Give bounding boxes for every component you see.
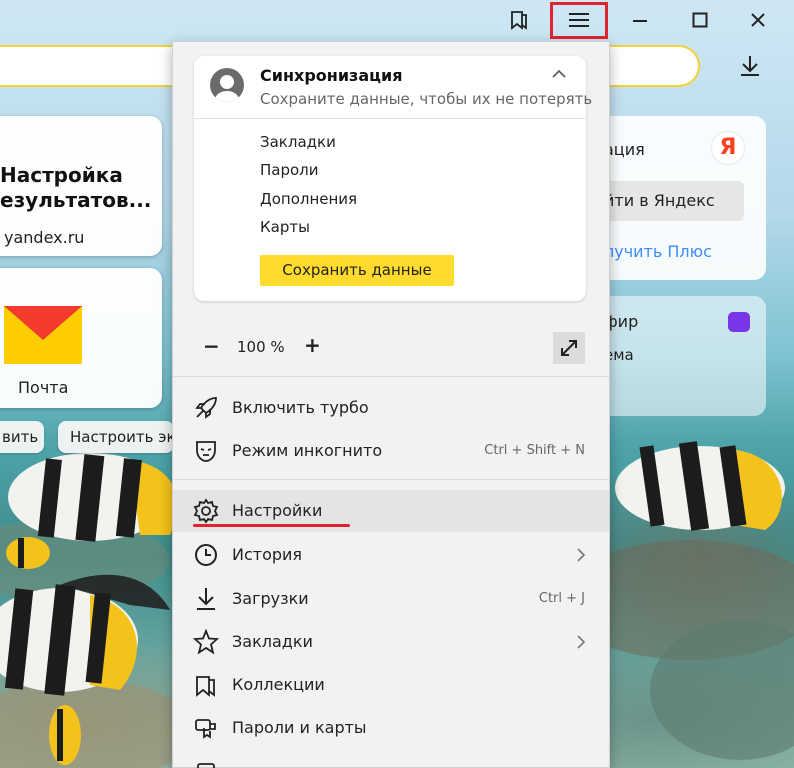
mail-envelope-icon (4, 306, 82, 364)
sync-title: Синхронизация (260, 66, 403, 85)
shortcut-downloads: Ctrl + J (538, 591, 585, 606)
maximize-icon[interactable] (680, 4, 720, 36)
clock-icon (195, 544, 217, 566)
bookmarks-collections-icon[interactable] (503, 4, 535, 36)
save-data-button[interactable]: Сохранить данные (260, 255, 454, 286)
menu-label-passwords: Пароли и карты (232, 718, 367, 737)
collections-icon (196, 676, 215, 697)
settings-red-underline (193, 524, 350, 527)
zoom-out-button[interactable]: − (203, 334, 220, 358)
incognito-mask-icon (196, 441, 216, 462)
tile-search-settings[interactable]: Настройка езультатов... yandex.ru (0, 116, 162, 256)
star-icon (193, 629, 219, 655)
menu-item-bookmarks[interactable]: Закладки (173, 621, 609, 663)
extension-icon (197, 763, 215, 768)
account-title: ация (604, 140, 645, 159)
menu-label-downloads: Загрузки (232, 589, 309, 608)
tile-domain: yandex.ru (4, 228, 85, 247)
menu-divider (173, 479, 609, 480)
key-card-icon (195, 719, 216, 739)
tile-title-line1: Настройка (0, 163, 123, 187)
fish-left-bottom (0, 574, 170, 696)
get-plus-link[interactable]: лучить Плюс (604, 242, 712, 261)
tile-mail-label: Почта (18, 378, 69, 397)
title-bar (0, 0, 794, 40)
menu-divider (173, 376, 609, 377)
download-icon[interactable] (735, 50, 765, 82)
gear-icon (193, 498, 219, 524)
menu-item-history[interactable]: История (173, 534, 609, 576)
menu-label-incognito: Режим инкогнито (232, 441, 383, 460)
menu-label-settings: Настройки (232, 501, 323, 520)
menu-label-collections: Коллекции (232, 675, 325, 694)
minimize-icon[interactable] (620, 4, 660, 36)
fish-right (615, 441, 785, 531)
menu-label-bookmarks: Закладки (232, 632, 313, 651)
chevron-up-icon[interactable] (551, 66, 567, 82)
fish-small (6, 537, 50, 569)
sync-divider (194, 118, 586, 119)
download-arrow-icon (197, 588, 215, 610)
shortcut-incognito: Ctrl + Shift + N (484, 443, 585, 458)
sync-item-bookmarks: Закладки (260, 133, 336, 151)
customize-screen-button[interactable]: Настроить эк (58, 421, 174, 453)
sync-subtitle: Сохраните данные, чтобы их не потерять (260, 90, 593, 108)
menu-label-turbo: Включить турбо (232, 398, 369, 417)
menu-item-passwords[interactable]: Пароли и карты (173, 707, 609, 749)
avatar-icon[interactable] (210, 68, 244, 102)
tile-title-line2: езультатов... (0, 188, 152, 212)
zoom-value: 100 % (237, 338, 285, 356)
rocket-icon (195, 397, 217, 419)
tile-mail[interactable]: Почта (0, 268, 162, 408)
menu-item-partial[interactable] (173, 750, 609, 768)
close-icon[interactable] (738, 4, 778, 36)
zoom-in-button[interactable]: + (304, 333, 321, 357)
fish-left-top (8, 453, 178, 542)
menu-item-downloads[interactable]: Загрузки Ctrl + J (173, 578, 609, 620)
menu-button-highlight (550, 2, 608, 39)
menu-label-history: История (232, 545, 303, 564)
menu-item-collections[interactable]: Коллекции (173, 664, 609, 706)
pill-partial[interactable]: вить (0, 421, 44, 453)
chevron-right-icon (577, 548, 586, 562)
chevron-right-icon (577, 635, 586, 649)
menu-item-turbo[interactable]: Включить турбо (173, 387, 609, 429)
menu-item-incognito[interactable]: Режим инкогнито Ctrl + Shift + N (173, 430, 609, 472)
yandex-logo-icon: Я (712, 132, 744, 164)
zoom-row: − 100 % + (173, 320, 609, 376)
sync-item-passwords: Пароли (260, 161, 319, 179)
sync-item-cards: Карты (260, 218, 310, 236)
ether-icon (728, 312, 750, 332)
fish-small-bottom (49, 705, 81, 765)
fullscreen-icon[interactable] (553, 332, 585, 364)
sync-item-extensions: Дополнения (260, 190, 358, 208)
